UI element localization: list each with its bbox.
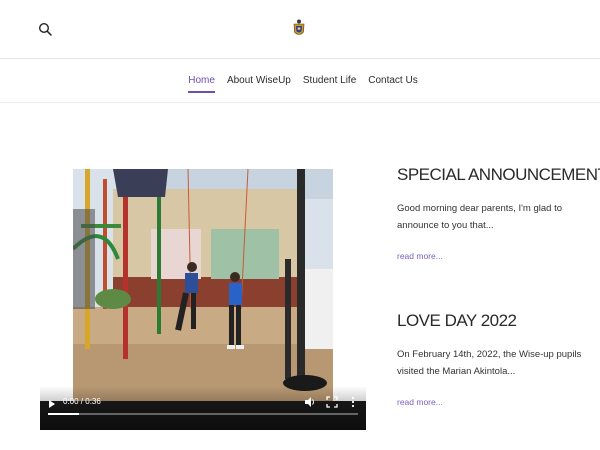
main-navigation: Home About WiseUp Student Life Contact U… <box>0 58 600 103</box>
post-title[interactable]: LOVE DAY 2022 <box>397 311 587 331</box>
nav-item-contact-us[interactable]: Contact Us <box>368 75 417 91</box>
nav-item-student-life[interactable]: Student Life <box>303 75 356 91</box>
video-thumbnail <box>73 169 333 401</box>
school-crest-logo[interactable] <box>291 18 307 38</box>
post-love-day-2022: LOVE DAY 2022 On February 14th, 2022, th… <box>397 311 587 410</box>
nav-item-home[interactable]: Home <box>188 75 215 93</box>
read-more-link[interactable]: read more... <box>397 251 443 261</box>
volume-icon[interactable] <box>304 396 316 408</box>
post-title[interactable]: SPECIAL ANNOUNCEMENT ! <box>397 165 600 185</box>
search-icon[interactable] <box>38 22 52 36</box>
play-icon[interactable] <box>49 400 55 408</box>
nav-item-about-wiseup[interactable]: About WiseUp <box>227 75 291 91</box>
video-time: 0:00 / 0:36 <box>63 397 101 406</box>
video-progress-bar[interactable] <box>48 413 358 415</box>
post-special-announcement: SPECIAL ANNOUNCEMENT ! Good morning dear… <box>397 165 600 264</box>
post-excerpt: On February 14th, 2022, the Wise-up pupi… <box>397 349 582 377</box>
read-more-link[interactable]: read more... <box>397 397 443 407</box>
fullscreen-icon[interactable] <box>326 396 338 408</box>
post-excerpt: Good morning dear parents, I'm glad to a… <box>397 203 562 231</box>
video-controls: 0:00 / 0:36 <box>40 386 366 430</box>
video-progress-fill <box>48 413 79 415</box>
site-header <box>0 0 600 59</box>
more-options-icon[interactable] <box>350 396 356 408</box>
video-player[interactable]: 0:00 / 0:36 <box>40 169 366 430</box>
